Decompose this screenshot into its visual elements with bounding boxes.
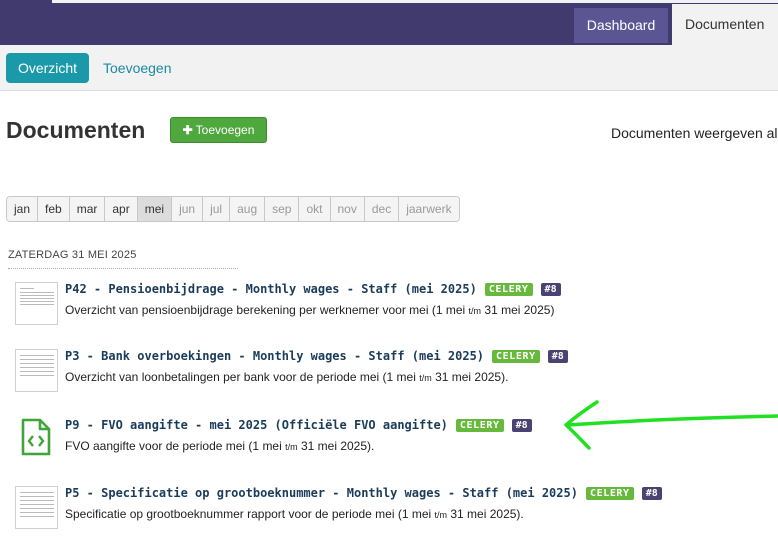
green-arrow-annotation [564,400,778,450]
